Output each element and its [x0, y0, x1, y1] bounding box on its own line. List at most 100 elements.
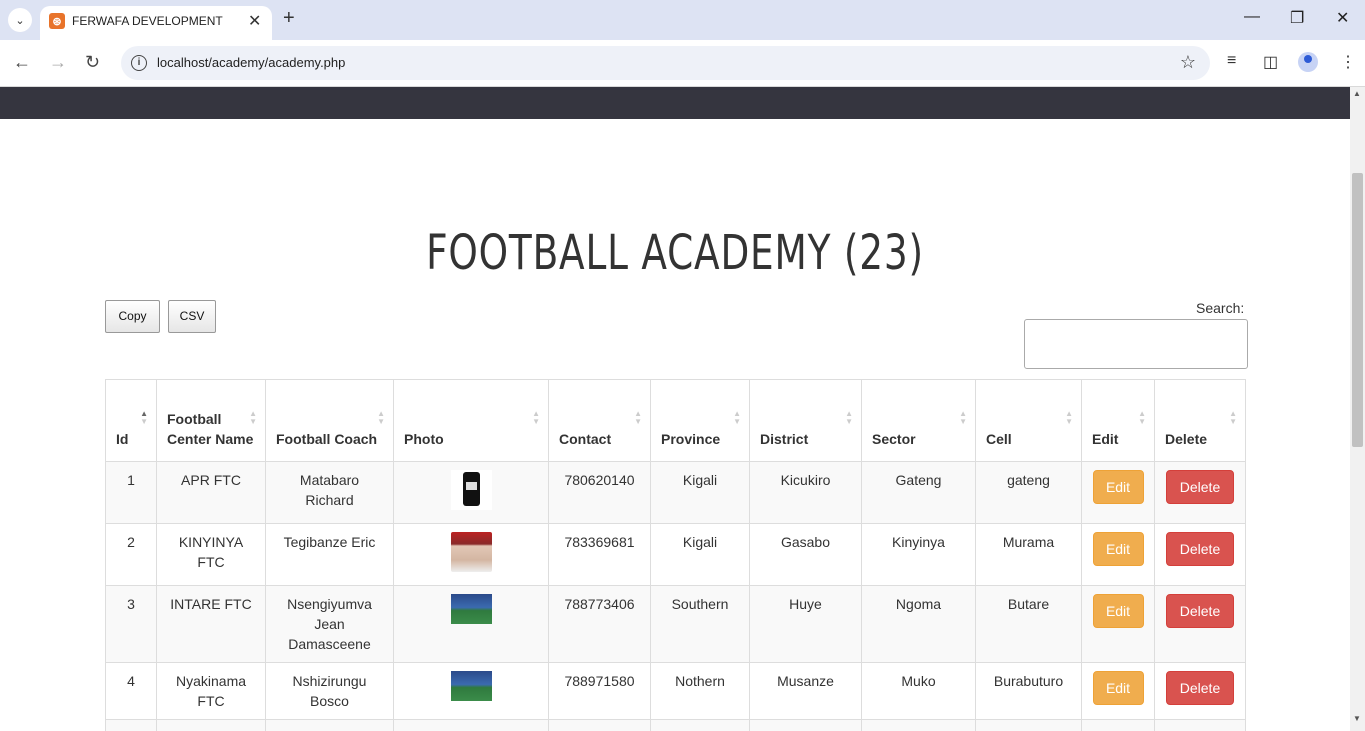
table-row: 1 APR FTC Matabaro Richard 780620140 Kig… [105, 461, 1246, 524]
cell-cell: Murama [975, 523, 1082, 586]
restore-icon[interactable]: ❐ [1290, 8, 1304, 28]
sort-icon: ▲ ▼ [532, 409, 540, 426]
site-navbar [0, 87, 1350, 119]
cell-coach: Tegibanze Eric [265, 523, 394, 586]
sort-icon: ▲ ▼ [377, 409, 385, 426]
edit-button[interactable]: Edit [1092, 671, 1144, 705]
cell-edit: Edit [1081, 523, 1155, 586]
sort-icon: ▲ ▼ [845, 409, 853, 426]
column-header-district[interactable]: District ▲ ▼ [749, 379, 862, 462]
csv-button[interactable]: CSV [168, 300, 216, 333]
cell-delete: Delete [1154, 461, 1246, 524]
browser-tab-bar: ⌄ ⊛ FERWAFA DEVELOPMENT ✕ + — ❐ ✕ [0, 0, 1365, 40]
bookmark-star-icon[interactable]: ☆ [1180, 52, 1196, 73]
cell-id: 1 [105, 461, 157, 524]
sort-icon: ▲ ▼ [733, 409, 741, 426]
search-label: Search: [1196, 300, 1245, 316]
delete-button[interactable]: Delete [1166, 594, 1234, 628]
cell-photo [393, 662, 549, 720]
delete-button[interactable]: Delete [1166, 671, 1234, 705]
cell-coach: Nsengiyumva Jean Damasceene [265, 585, 394, 663]
table-header-row: Id ▲ ▼ Football Center Name ▲ ▼ Football Coa… [105, 379, 1246, 462]
site-info-icon[interactable]: i [131, 55, 147, 71]
address-bar[interactable]: i localhost/academy/academy.php ☆ [121, 46, 1210, 80]
cell-sector: Muko [861, 662, 976, 720]
search-input[interactable] [1024, 319, 1248, 369]
cell-district: Huye [749, 585, 862, 663]
cell-center-name: KINYINYA FTC [156, 523, 266, 586]
xampp-favicon-icon: ⊛ [49, 13, 65, 29]
forward-arrow-icon[interactable]: → [49, 52, 67, 73]
sort-icon: ▲ ▼ [959, 409, 967, 426]
browser-toolbar: ← → ↻ i localhost/academy/academy.php ☆ … [0, 40, 1365, 87]
column-header-id[interactable]: Id ▲ ▼ [105, 379, 157, 462]
sort-icon: ▲ ▼ [140, 409, 148, 426]
cell-center-name: Nyakinama FTC [156, 662, 266, 720]
reload-icon[interactable]: ↻ [85, 52, 100, 73]
window-close-icon[interactable]: ✕ [1336, 8, 1349, 28]
edit-button[interactable]: Edit [1092, 470, 1144, 504]
sort-icon: ▲ ▼ [1065, 409, 1073, 426]
sort-icon: ▲ ▼ [1229, 409, 1237, 426]
copy-button[interactable]: Copy [105, 300, 160, 333]
edit-button[interactable]: Edit [1092, 532, 1144, 566]
table-row: 4 Nyakinama FTC Nshizirungu Bosco 788971… [105, 662, 1246, 720]
cell-cell: Burabuturo [975, 662, 1082, 720]
column-header-photo[interactable]: Photo ▲ ▼ [393, 379, 549, 462]
cell-delete: Delete [1154, 523, 1246, 586]
cell-contact: 788773406 [548, 585, 651, 663]
cell-delete: Delete [1154, 662, 1246, 720]
cell-sector: Gateng [861, 461, 976, 524]
column-header-coach[interactable]: Football Coach ▲ ▼ [265, 379, 394, 462]
table-row: 3 INTARE FTC Nsengiyumva Jean Damasceene… [105, 585, 1246, 663]
academy-table: Id ▲ ▼ Football Center Name ▲ ▼ Football Coa… [105, 379, 1246, 731]
column-header-cell[interactable]: Cell ▲ ▼ [975, 379, 1082, 462]
scroll-thumb[interactable] [1352, 173, 1363, 447]
tab-close-icon[interactable]: ✕ [248, 11, 261, 31]
table-row: 2 KINYINYA FTC Tegibanze Eric 783369681 … [105, 523, 1246, 586]
academy-photo [450, 594, 492, 624]
cell-province: Kigali [650, 461, 750, 524]
page-title: FOOTBALL ACADEMY (23) [426, 225, 924, 281]
browser-tab[interactable]: ⊛ FERWAFA DEVELOPMENT ✕ [40, 6, 272, 40]
column-header-edit[interactable]: Edit ▲ ▼ [1081, 379, 1155, 462]
back-arrow-icon[interactable]: ← [13, 52, 31, 73]
cell-contact: 788971580 [548, 662, 651, 720]
column-header-contact[interactable]: Contact ▲ ▼ [548, 379, 651, 462]
sort-icon: ▲ ▼ [249, 409, 257, 426]
column-header-province[interactable]: Province ▲ ▼ [650, 379, 750, 462]
delete-button[interactable]: Delete [1166, 470, 1234, 504]
cell-id: 3 [105, 585, 157, 663]
cell-contact: 783369681 [548, 523, 651, 586]
new-tab-plus-icon[interactable]: + [283, 7, 295, 30]
column-header-delete[interactable]: Delete ▲ ▼ [1154, 379, 1246, 462]
cell-coach: Matabaro Richard [265, 461, 394, 524]
cell-photo [393, 585, 549, 663]
cell-province: Southern [650, 585, 750, 663]
sort-icon: ▲ ▼ [634, 409, 642, 426]
cell-coach: Nshizirungu Bosco [265, 662, 394, 720]
delete-button[interactable]: Delete [1166, 532, 1234, 566]
cell-cell: Butare [975, 585, 1082, 663]
vertical-scrollbar[interactable]: ▲ ▼ [1350, 87, 1365, 731]
cell-cell: gateng [975, 461, 1082, 524]
cell-edit: Edit [1081, 662, 1155, 720]
side-panel-icon[interactable]: ◫ [1263, 52, 1278, 72]
scroll-up-icon[interactable]: ▲ [1353, 89, 1361, 98]
tab-search-chevron-icon[interactable]: ⌄ [8, 8, 32, 32]
scroll-down-icon[interactable]: ▼ [1353, 714, 1361, 723]
cell-id: 4 [105, 662, 157, 720]
menu-kebab-icon[interactable]: ⋮ [1340, 52, 1356, 72]
media-queue-icon[interactable]: ≡ [1227, 52, 1236, 70]
minimize-icon[interactable]: — [1244, 8, 1260, 26]
sort-icon: ▲ ▼ [1138, 409, 1146, 426]
cell-delete: Delete [1154, 585, 1246, 663]
column-header-sector[interactable]: Sector ▲ ▼ [861, 379, 976, 462]
column-header-center-name[interactable]: Football Center Name ▲ ▼ [156, 379, 266, 462]
edit-button[interactable]: Edit [1092, 594, 1144, 628]
table-row-partial [105, 719, 1246, 731]
profile-avatar-icon[interactable] [1298, 52, 1318, 72]
cell-province: Nothern [650, 662, 750, 720]
url-text[interactable]: localhost/academy/academy.php [157, 55, 345, 70]
academy-photo [450, 671, 492, 701]
